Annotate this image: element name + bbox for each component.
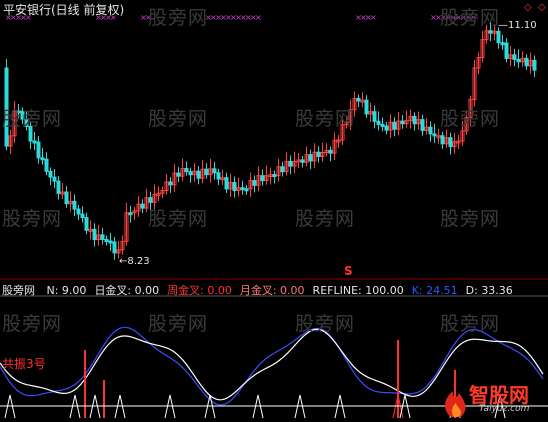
candle-body xyxy=(524,57,529,67)
candle-body xyxy=(224,177,229,190)
candle-body xyxy=(80,213,85,219)
candle-body xyxy=(240,187,245,191)
brand-logo: 智股网 Taiyuz.com xyxy=(439,377,544,419)
candle-body xyxy=(140,203,145,209)
candle-body xyxy=(148,197,153,203)
watermark: 股旁网 xyxy=(295,108,356,130)
candle-body xyxy=(280,166,285,173)
candle-body xyxy=(328,149,333,154)
candle-body xyxy=(108,240,113,244)
candle-body xyxy=(412,115,417,125)
candle-body xyxy=(52,176,57,182)
watermark: 股旁网 xyxy=(2,108,63,130)
candle-body xyxy=(300,159,305,163)
candle-body xyxy=(448,137,453,148)
candle-body xyxy=(488,30,493,34)
watermark: 股旁网 xyxy=(440,208,501,230)
candle-body xyxy=(168,181,173,186)
candle-body xyxy=(420,119,425,132)
brand-url: Taiyuz.com xyxy=(479,404,530,414)
watermark: 股旁网 xyxy=(440,7,501,29)
candle-body xyxy=(372,111,377,122)
chart-title: 平安银行(日线 前复权) xyxy=(3,3,125,17)
candle-body xyxy=(112,241,117,254)
candle-body xyxy=(516,58,521,63)
diamond-icon[interactable]: ◇ xyxy=(538,2,546,13)
candle-body xyxy=(196,170,201,179)
candle-body xyxy=(380,123,385,127)
watermark: 股旁网 xyxy=(2,208,63,230)
sell-signal-mark: S xyxy=(344,264,353,278)
indicator-legend: 股旁网 N: 9.00 日金叉: 0.00 周金叉: 0.00 月金叉: 0.00 RE… xyxy=(2,282,517,298)
cross-marker: × xyxy=(255,13,262,22)
candle-body xyxy=(48,170,53,178)
indicator-param: 月金叉: 0.00 xyxy=(239,284,305,297)
candle-body xyxy=(496,30,501,44)
candle-body xyxy=(392,121,397,130)
indicator-param: REFLINE: 100.00 xyxy=(312,284,404,297)
candle-body xyxy=(532,59,537,71)
indicator-param: 周金叉: 0.00 xyxy=(167,284,232,297)
watermark: 股旁网 xyxy=(440,108,501,130)
candle-body xyxy=(92,228,97,241)
candle-body xyxy=(428,126,433,135)
diamond-icon[interactable]: ◇ xyxy=(524,2,532,13)
candle-body xyxy=(432,133,437,137)
candle-body xyxy=(252,180,257,186)
cross-marker: × xyxy=(370,13,377,22)
candle-body xyxy=(216,172,221,180)
watermark: 股旁网 xyxy=(148,7,209,29)
candle-body xyxy=(128,212,133,216)
candle-body xyxy=(512,54,517,60)
candle-body xyxy=(376,120,381,125)
indicator-param: 日金叉: 0.00 xyxy=(94,284,160,297)
watermark: 股旁网 xyxy=(148,313,209,335)
candle-body xyxy=(64,191,69,205)
candle-body xyxy=(384,125,389,131)
watermark: 股旁网 xyxy=(148,108,209,130)
candle-body xyxy=(188,171,193,176)
candle-body xyxy=(40,157,45,161)
candle-body xyxy=(500,42,505,46)
candle-body xyxy=(204,168,209,176)
candle-body xyxy=(184,168,189,173)
indicator-name: 股旁网 xyxy=(2,284,35,297)
watermark: 股旁网 xyxy=(440,313,501,335)
high-price-label: —11.10 xyxy=(498,20,537,31)
candle-body xyxy=(308,154,313,162)
watermark: 股旁网 xyxy=(2,313,63,335)
candle-body xyxy=(104,238,109,242)
candle-body xyxy=(212,168,217,174)
candle-body xyxy=(44,158,49,172)
candle-body xyxy=(504,42,509,59)
watermark: 股旁网 xyxy=(148,208,209,230)
watermark: 股旁网 xyxy=(295,208,356,230)
candle-body xyxy=(316,151,321,158)
candle-body xyxy=(176,172,181,177)
candle-body xyxy=(100,234,105,240)
candle-body xyxy=(288,160,293,167)
candle-body xyxy=(440,135,445,145)
watermark: 股旁网 xyxy=(295,313,356,335)
resonance-label: 共振3号 xyxy=(2,357,46,371)
indicator-param: N: 9.00 xyxy=(46,284,87,297)
candle-body xyxy=(244,188,249,192)
candle-body xyxy=(56,180,61,194)
candle-body xyxy=(364,99,369,115)
candle-body xyxy=(356,97,361,102)
candle-body xyxy=(400,120,405,125)
low-price-label: ←8.23 xyxy=(119,256,150,267)
candle-body xyxy=(84,217,89,231)
candle-body xyxy=(272,174,277,178)
candle-body xyxy=(36,141,41,159)
indicator-param: K: 24.51 xyxy=(411,284,458,297)
candle-body xyxy=(72,200,77,210)
candle-body xyxy=(232,182,237,191)
indicator-param: D: 33.36 xyxy=(465,284,513,297)
candle-body xyxy=(32,140,37,144)
candle-body xyxy=(260,175,265,182)
candle-body xyxy=(76,208,81,215)
